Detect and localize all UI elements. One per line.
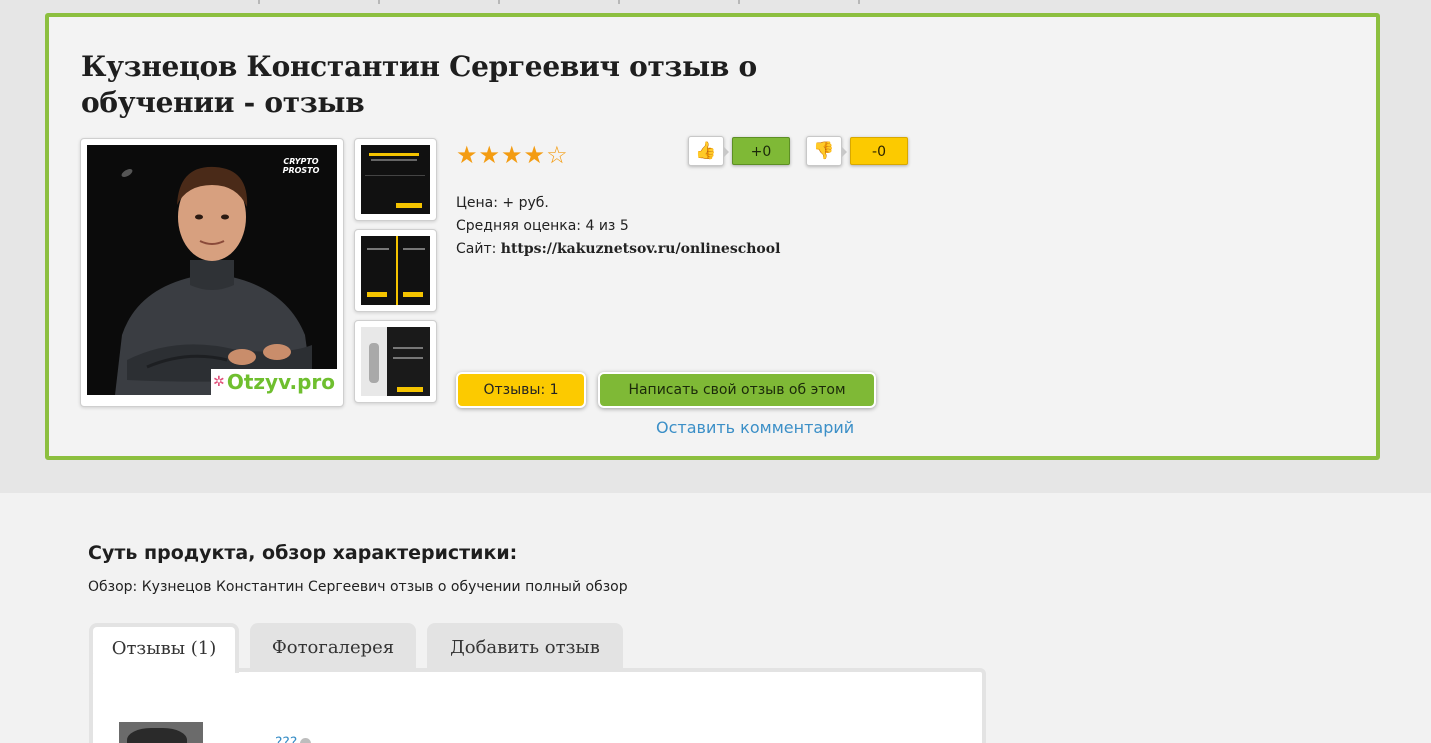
review-author[interactable]: ???: [275, 735, 312, 743]
section-title: Суть продукта, обзор характеристики:: [88, 542, 518, 564]
thumbnail-image: [361, 236, 430, 305]
thumbs-up-icon[interactable]: 👍: [688, 136, 729, 166]
rating-stars: ★★★★☆: [456, 141, 569, 169]
review-photo[interactable]: [119, 722, 203, 743]
watermark-logo: ✲ Otzyv.pro: [211, 369, 337, 395]
overview-text: Обзор: Кузнецов Константин Сергеевич отз…: [88, 579, 628, 595]
site-row: Сайт: https://kakuznetsov.ru/onlineschoo…: [456, 238, 780, 261]
page-title: Кузнецов Константин Сергеевич отзыв о об…: [81, 50, 757, 119]
reviews-count-button[interactable]: Отзывы: 1: [456, 372, 586, 408]
crypto-prosto-badge: CRYPTO PROSTO: [282, 157, 320, 175]
product-info: Цена: + руб. Средняя оценка: 4 из 5 Сайт…: [456, 192, 780, 261]
portrait-illustration: [87, 145, 337, 395]
reviews-panel: ???: [89, 668, 986, 743]
content-area: Суть продукта, обзор характеристики: Обз…: [0, 493, 1431, 743]
site-url[interactable]: https://kakuznetsov.ru/onlineschool: [501, 241, 781, 257]
review-author-name[interactable]: ???: [275, 735, 297, 743]
write-review-button[interactable]: Написать свой отзыв об этом: [598, 372, 876, 408]
thumbnail-2[interactable]: [354, 229, 437, 312]
tab-reviews[interactable]: Отзывы (1): [89, 623, 239, 673]
product-card: Кузнецов Константин Сергеевич отзыв о об…: [45, 13, 1380, 460]
user-status-icon: [300, 737, 312, 743]
main-product-photo[interactable]: CRYPTO PROSTO ✲ Otzyv.pro: [80, 138, 344, 407]
average-rating: Средняя оценка: 4 из 5: [456, 218, 629, 234]
vote-down-count: -0: [850, 137, 908, 165]
thumbnail-1[interactable]: [354, 138, 437, 221]
product-image[interactable]: CRYPTO PROSTO ✲ Otzyv.pro: [87, 145, 337, 395]
tab-add-review[interactable]: Добавить отзыв: [427, 623, 623, 673]
thumbs-down-icon[interactable]: 👎: [806, 136, 847, 166]
thumbnail-image: [361, 327, 430, 396]
site-label: Сайт:: [456, 241, 497, 257]
otzyv-logo-icon: ✲: [213, 374, 225, 390]
vote-up-count: +0: [732, 137, 790, 165]
price: Цена: + руб.: [456, 195, 549, 211]
breadcrumb-remnant: [140, 0, 860, 4]
thumbnail-3[interactable]: [354, 320, 437, 403]
tab-photogallery[interactable]: Фотогалерея: [250, 623, 416, 673]
thumbnail-image: [361, 145, 430, 214]
leave-comment-link[interactable]: Оставить комментарий: [656, 418, 854, 437]
